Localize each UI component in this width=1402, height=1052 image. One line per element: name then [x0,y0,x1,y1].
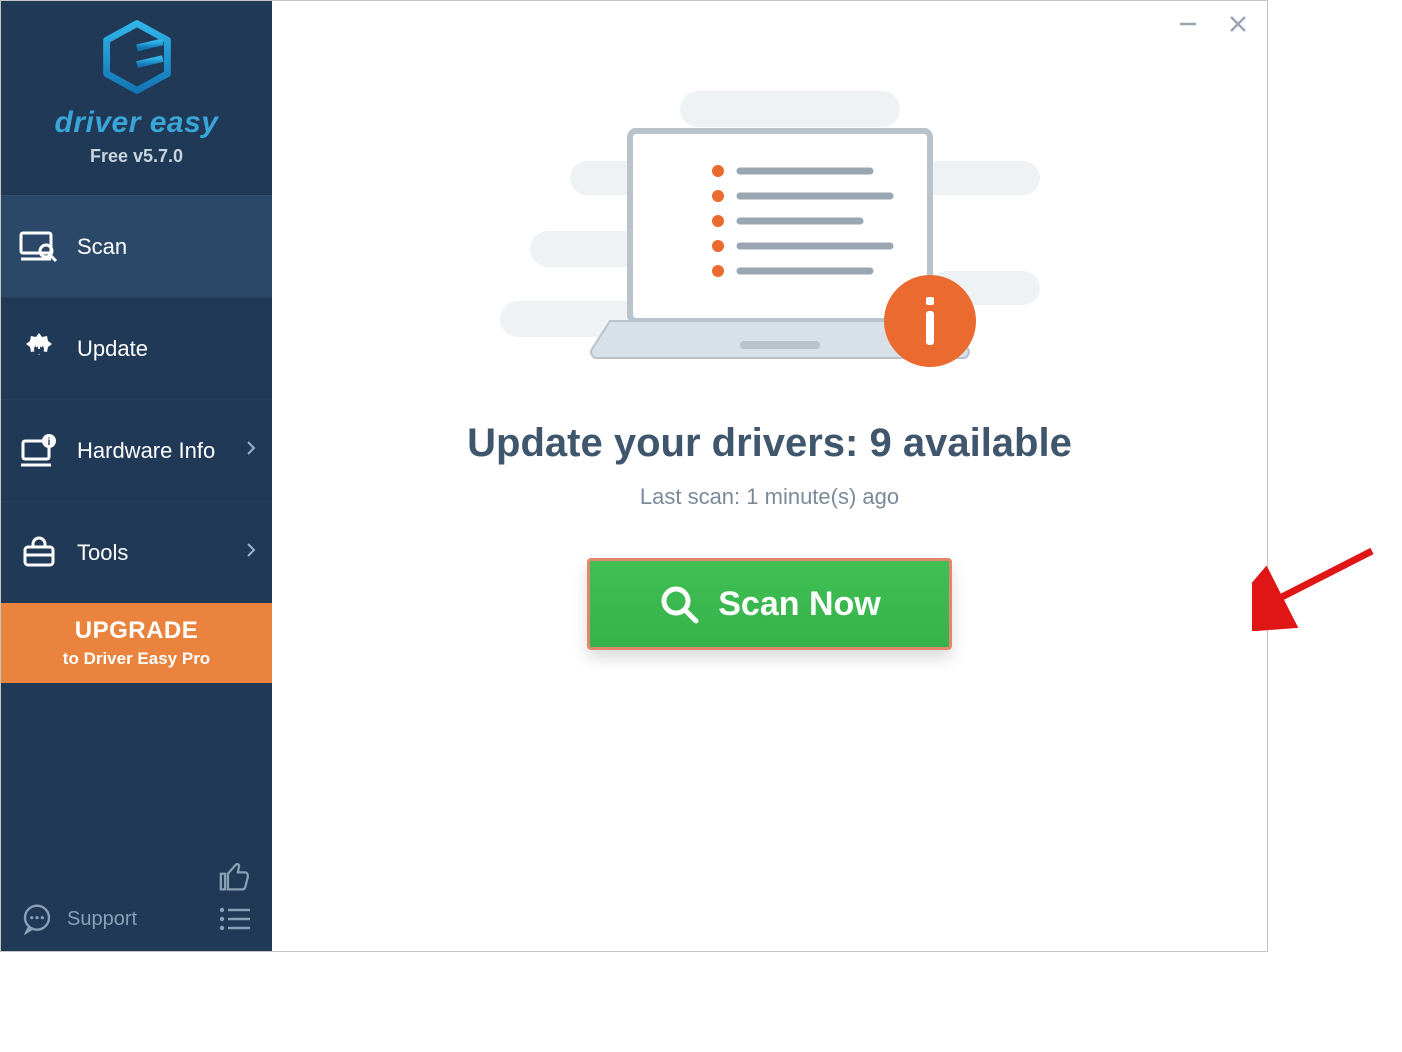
brand-name: driver easy [1,106,272,140]
upgrade-button[interactable]: UPGRADE to Driver Easy Pro [1,603,272,683]
upgrade-line2: to Driver Easy Pro [1,649,272,669]
thumbs-up-icon[interactable] [218,861,252,895]
sidebar-bottom: Support [1,851,272,951]
window-controls [1177,13,1249,41]
minimize-button[interactable] [1177,13,1199,41]
tools-icon [19,533,59,573]
sidebar-item-tools[interactable]: Tools [1,501,272,603]
brand-block: driver easy Free v5.7.0 [1,1,272,185]
sidebar-item-label: Hardware Info [77,438,215,464]
svg-text:i: i [48,437,51,448]
upgrade-line1: UPGRADE [1,617,272,645]
last-scan-text: Last scan: 1 minute(s) ago [640,484,899,510]
scan-now-button[interactable]: Scan Now [587,558,952,650]
chevron-right-icon [246,440,256,461]
gear-icon [19,329,59,369]
sidebar-item-hardware-info[interactable]: i Hardware Info [1,399,272,501]
laptop-illustration [490,71,1050,381]
search-icon [658,583,700,625]
app-window: driver easy Free v5.7.0 Scan [0,0,1268,952]
sidebar-item-label: Scan [77,234,127,260]
brand-version: Free v5.7.0 [1,146,272,167]
chevron-right-icon [246,542,256,563]
sidebar-item-scan[interactable]: Scan [1,195,272,297]
annotation-arrow-icon [1252,541,1382,631]
hardware-info-icon: i [19,431,59,471]
main-content: Update your drivers: 9 available Last sc… [272,1,1267,951]
sidebar-item-label: Tools [77,540,128,566]
sidebar-item-update[interactable]: Update [1,297,272,399]
headline: Update your drivers: 9 available [467,421,1072,466]
list-icon[interactable] [218,905,252,933]
close-button[interactable] [1227,13,1249,41]
sidebar-item-label: Update [77,336,148,362]
monitor-search-icon [19,227,59,267]
hero: Update your drivers: 9 available Last sc… [272,71,1267,650]
sidebar: driver easy Free v5.7.0 Scan [1,1,272,951]
support-link[interactable]: Support [67,908,218,931]
scan-now-label: Scan Now [718,585,880,624]
app-logo-icon [99,19,175,95]
sidebar-nav: Scan Update i Hardware Info [1,195,272,603]
chat-icon[interactable] [21,903,53,935]
